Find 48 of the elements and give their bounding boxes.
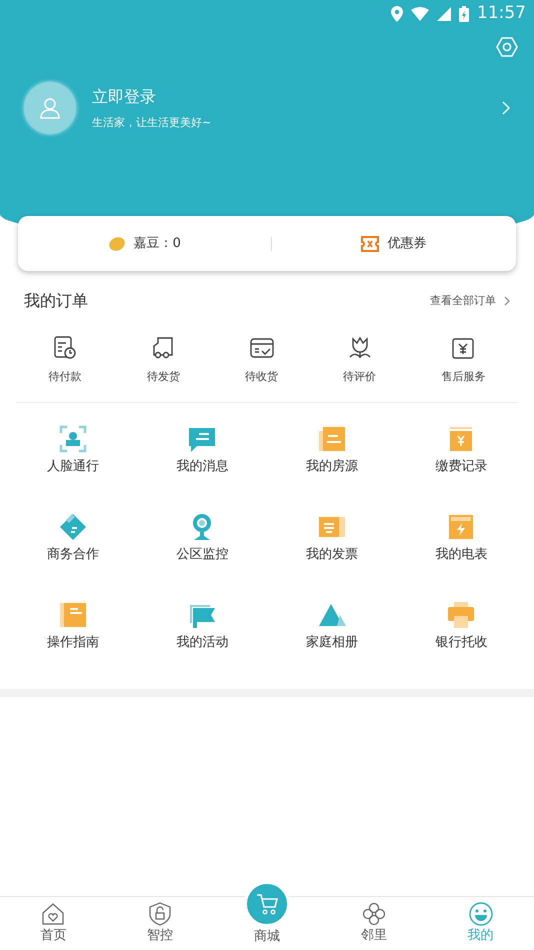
wifi-icon [411, 7, 429, 21]
order-status-label[interactable]: 待评价 [343, 369, 376, 386]
avatar[interactable] [24, 82, 76, 134]
home-heart-icon[interactable] [41, 902, 66, 926]
status-time: 11:57 [477, 2, 526, 26]
order-status-label[interactable]: 售后服务 [441, 369, 486, 386]
bean-icon [108, 236, 126, 252]
tab-item[interactable]: 邻里 [360, 897, 387, 950]
book-icon [58, 600, 87, 628]
card-icon [58, 512, 87, 540]
document-icon [318, 424, 346, 452]
chevron-right-icon[interactable] [504, 296, 510, 306]
person-icon [38, 96, 62, 120]
service-shortcut[interactable]: 人脸通行 [46, 424, 99, 476]
service-shortcut[interactable]: 商务合作 [46, 512, 99, 564]
service-shortcut[interactable]: 我的房源 [306, 424, 358, 476]
tab-item[interactable]: 首页 [40, 897, 66, 950]
profile-subtitle: 生活家，让生活更美好~ [92, 114, 212, 131]
coupons-link[interactable]: 优惠券 [387, 234, 426, 254]
signal-icon [437, 7, 451, 21]
service-shortcut[interactable]: 我的活动 [176, 600, 228, 652]
service-shortcut[interactable]: 公区监控 [176, 512, 228, 564]
flower-icon[interactable] [362, 902, 386, 926]
settings-icon[interactable] [496, 36, 518, 58]
service-shortcut[interactable]: 银行托收 [435, 600, 488, 652]
printer-icon [447, 600, 476, 628]
view-all-orders-link[interactable]: 查看全部订单 [430, 292, 496, 310]
order-status-label[interactable]: 待收货 [245, 369, 278, 386]
service-shortcut[interactable]: 家庭相册 [306, 600, 358, 652]
section-title: 我的订单 [24, 290, 88, 312]
coupon-icon [361, 236, 380, 252]
service-shortcut[interactable]: 我的电表 [435, 512, 488, 564]
smiley-icon[interactable] [468, 902, 493, 926]
service-shortcut[interactable]: 操作指南 [46, 600, 99, 652]
beans-balance: 嘉豆：0 [134, 234, 181, 253]
face-scan-icon [58, 424, 87, 452]
service-shortcut[interactable]: 我的发票 [306, 512, 358, 564]
tab-item[interactable]: 智控 [147, 897, 174, 950]
service-shortcut[interactable]: 我的消息 [176, 424, 228, 476]
location-icon [391, 6, 403, 22]
lightning-icon [447, 512, 476, 540]
order-status-label[interactable]: 待付款 [48, 369, 82, 386]
pending-payment-icon[interactable] [52, 335, 78, 361]
battery-icon [459, 6, 469, 22]
order-status-label[interactable]: 待发货 [146, 369, 180, 386]
service-shortcut[interactable]: 缴费记录 [435, 424, 488, 476]
shield-lock-icon[interactable] [148, 902, 172, 926]
cart-icon[interactable] [254, 892, 279, 916]
